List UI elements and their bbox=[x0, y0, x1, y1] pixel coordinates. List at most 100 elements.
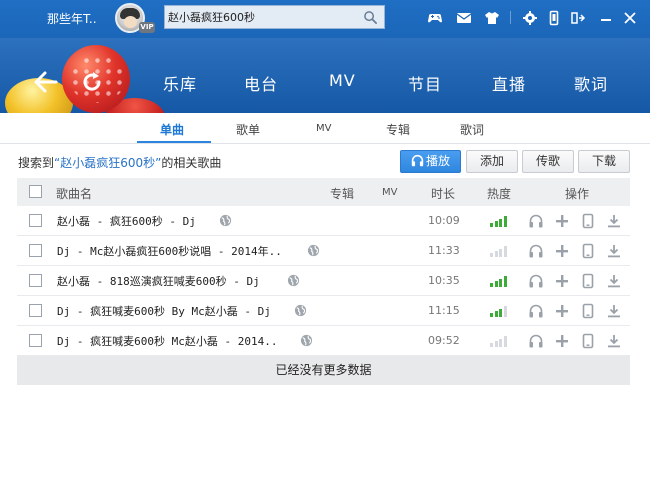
row-checkbox[interactable] bbox=[29, 244, 42, 257]
close-icon[interactable] bbox=[620, 8, 640, 28]
web-source-icon[interactable] bbox=[294, 304, 307, 317]
tab-playlists[interactable]: 歌单 bbox=[236, 121, 260, 138]
send-to-phone-icon[interactable] bbox=[579, 332, 597, 350]
song-title[interactable]: Dj - Mc赵小磊疯狂600秒说唱 - 2014年.. bbox=[57, 243, 282, 259]
tab-lyrics[interactable]: 歌词 bbox=[460, 121, 484, 138]
heat-bar bbox=[490, 343, 493, 347]
add-icon[interactable] bbox=[553, 212, 571, 230]
play-button-label: 播放 bbox=[425, 154, 450, 168]
heat-indicator bbox=[490, 275, 510, 287]
user-name[interactable]: 那些年T.. bbox=[47, 10, 97, 27]
gamepad-icon[interactable] bbox=[425, 8, 445, 28]
tab-songs[interactable]: 单曲 bbox=[160, 121, 184, 138]
add-icon[interactable] bbox=[553, 332, 571, 350]
listen-icon[interactable] bbox=[527, 302, 545, 320]
mail-icon[interactable] bbox=[454, 8, 474, 28]
song-duration: 11:15 bbox=[428, 304, 460, 317]
result-keyword[interactable]: “赵小磊疯狂600秒” bbox=[54, 156, 161, 170]
search-icon[interactable] bbox=[363, 10, 378, 25]
col-album[interactable]: 专辑 bbox=[330, 185, 354, 202]
listen-icon[interactable] bbox=[527, 212, 545, 230]
row-checkbox[interactable] bbox=[29, 274, 42, 287]
play-button[interactable]: 播放 bbox=[400, 150, 461, 173]
nav-mv[interactable]: MV bbox=[329, 71, 356, 90]
row-operations bbox=[527, 242, 631, 260]
row-checkbox[interactable] bbox=[29, 334, 42, 347]
search-box bbox=[164, 5, 385, 29]
send-to-phone-icon[interactable] bbox=[579, 302, 597, 320]
add-icon[interactable] bbox=[553, 242, 571, 260]
send-to-phone-icon[interactable] bbox=[579, 212, 597, 230]
row-operations bbox=[527, 332, 631, 350]
web-source-icon[interactable] bbox=[219, 214, 232, 227]
nav-live[interactable]: 直播 bbox=[492, 71, 526, 95]
heat-bar bbox=[499, 219, 502, 227]
tool-separator bbox=[510, 11, 511, 24]
download-icon[interactable] bbox=[605, 302, 623, 320]
heat-bar bbox=[494, 311, 498, 317]
add-icon[interactable] bbox=[553, 272, 571, 290]
col-song-name[interactable]: 歌曲名 bbox=[56, 185, 92, 202]
download-icon[interactable] bbox=[605, 272, 623, 290]
listen-icon[interactable] bbox=[527, 332, 545, 350]
minimize-icon[interactable] bbox=[596, 8, 616, 28]
listen-icon[interactable] bbox=[527, 272, 545, 290]
nav-lyrics[interactable]: 歌词 bbox=[574, 71, 608, 95]
tab-albums[interactable]: 专辑 bbox=[386, 121, 410, 138]
song-title[interactable]: 赵小磊 - 疯狂600秒 - Dj bbox=[57, 213, 196, 229]
download-button[interactable]: 下载 bbox=[578, 150, 630, 173]
upload-button[interactable]: 传歌 bbox=[522, 150, 574, 173]
row-checkbox[interactable] bbox=[29, 214, 42, 227]
search-input[interactable] bbox=[168, 8, 354, 26]
refresh-icon[interactable] bbox=[80, 70, 104, 94]
col-heat[interactable]: 热度 bbox=[487, 185, 511, 202]
heat-indicator bbox=[490, 335, 510, 347]
shirt-icon[interactable] bbox=[482, 8, 502, 28]
mini-mode-icon[interactable] bbox=[568, 8, 588, 28]
table-row[interactable]: Dj - Mc赵小磊疯狂600秒说唱 - 2014年.. 11:33 bbox=[17, 236, 630, 266]
heat-bar bbox=[494, 281, 498, 287]
download-icon[interactable] bbox=[605, 212, 623, 230]
download-icon[interactable] bbox=[605, 242, 623, 260]
settings-icon[interactable] bbox=[520, 8, 540, 28]
web-source-icon[interactable] bbox=[300, 334, 313, 347]
nav-shows[interactable]: 节目 bbox=[408, 71, 442, 95]
back-arrow-icon[interactable] bbox=[33, 70, 59, 94]
avatar-face bbox=[124, 16, 137, 28]
heat-bar bbox=[499, 339, 502, 347]
headphones-icon bbox=[411, 154, 424, 167]
send-to-phone-icon[interactable] bbox=[579, 272, 597, 290]
nav-radio[interactable]: 电台 bbox=[244, 71, 278, 95]
heat-bar bbox=[494, 251, 498, 257]
col-duration[interactable]: 时长 bbox=[431, 185, 455, 202]
web-source-icon[interactable] bbox=[307, 244, 320, 257]
song-title[interactable]: 赵小磊 - 818巡演疯狂喊麦600秒 - Dj bbox=[57, 273, 260, 289]
heat-bar bbox=[503, 246, 507, 257]
download-icon[interactable] bbox=[605, 332, 623, 350]
mobile-icon[interactable] bbox=[544, 8, 564, 28]
table-row[interactable]: 赵小磊 - 疯狂600秒 - Dj 10:09 bbox=[17, 206, 630, 236]
table-row[interactable]: Dj - 疯狂喊麦600秒 Mc赵小磊 - 2014.. 09:52 bbox=[17, 326, 630, 356]
table-row[interactable]: Dj - 疯狂喊麦600秒 By Mc赵小磊 - Dj 11:15 bbox=[17, 296, 630, 326]
result-tabs: 单曲 歌单 MV 专辑 歌词 bbox=[0, 113, 650, 144]
row-operations bbox=[527, 212, 631, 230]
heat-indicator bbox=[490, 245, 510, 257]
col-mv: MV bbox=[382, 187, 398, 198]
select-all-checkbox[interactable] bbox=[29, 185, 42, 198]
listen-icon[interactable] bbox=[527, 242, 545, 260]
table-row[interactable]: 赵小磊 - 818巡演疯狂喊麦600秒 - Dj 10:35 bbox=[17, 266, 630, 296]
heat-bar bbox=[503, 336, 507, 347]
search-result-summary: 搜索到“赵小磊疯狂600秒”的相关歌曲 bbox=[18, 154, 221, 171]
nav-library[interactable]: 乐库 bbox=[163, 71, 197, 95]
web-source-icon[interactable] bbox=[287, 274, 300, 287]
tab-mv[interactable]: MV bbox=[316, 123, 331, 134]
song-duration: 10:35 bbox=[428, 274, 460, 287]
add-button[interactable]: 添加 bbox=[466, 150, 518, 173]
song-title[interactable]: Dj - 疯狂喊麦600秒 Mc赵小磊 - 2014.. bbox=[57, 333, 277, 349]
row-checkbox[interactable] bbox=[29, 304, 42, 317]
add-icon[interactable] bbox=[553, 302, 571, 320]
heat-bar bbox=[490, 313, 493, 317]
send-to-phone-icon[interactable] bbox=[579, 242, 597, 260]
song-title[interactable]: Dj - 疯狂喊麦600秒 By Mc赵小磊 - Dj bbox=[57, 303, 271, 319]
window-tools bbox=[425, 8, 650, 28]
